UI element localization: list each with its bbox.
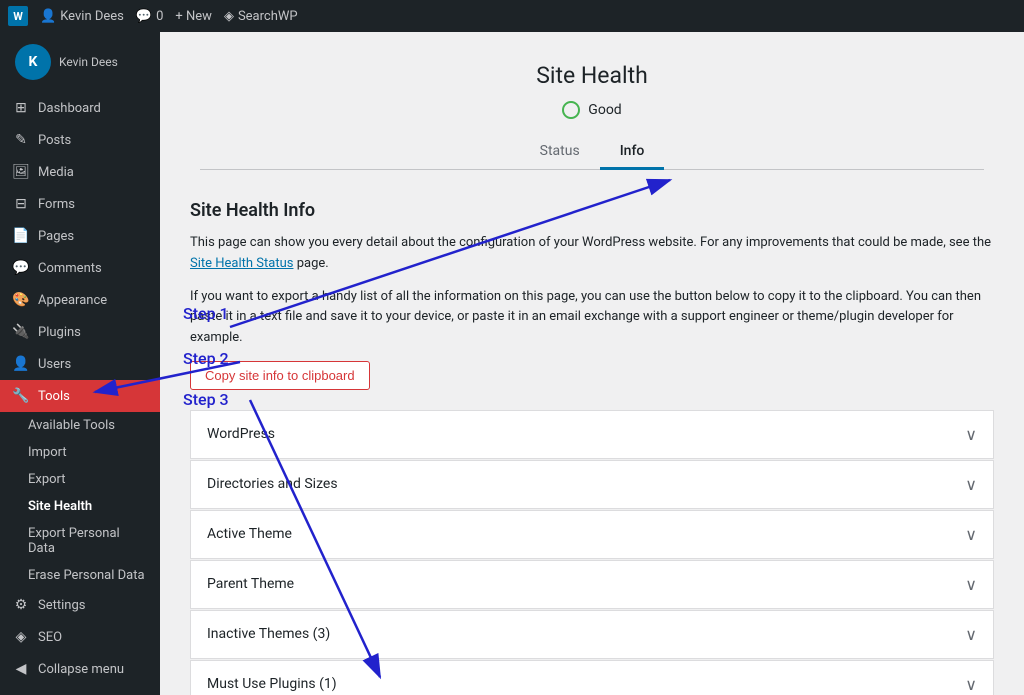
accordion-header-parent-theme[interactable]: Parent Theme ∨ <box>191 561 993 608</box>
tab-info[interactable]: Info <box>600 135 665 170</box>
dashboard-icon: ⊞ <box>12 100 30 116</box>
sidebar-item-available-tools[interactable]: Available Tools <box>0 412 160 439</box>
sidebar: K Kevin Dees ⊞ Dashboard ✎ Posts 🖼 Media… <box>0 32 160 695</box>
searchwp-icon: ◈ <box>224 9 234 24</box>
seo-icon: ◈ <box>12 629 30 645</box>
chevron-down-icon: ∨ <box>965 675 977 694</box>
sidebar-item-label: Tools <box>38 389 70 404</box>
sidebar-item-label: Appearance <box>38 293 107 308</box>
chevron-down-icon: ∨ <box>965 625 977 644</box>
accordion-inactive-themes: Inactive Themes (3) ∨ <box>190 610 994 659</box>
avatar: K <box>15 44 51 80</box>
settings-icon: ⚙ <box>12 597 30 613</box>
top-bar: W 👤 Kevin Dees 💬 0 + New ◈ SearchWP <box>0 0 1024 32</box>
sidebar-item-label: Collapse menu <box>38 662 124 677</box>
user-account[interactable]: 👤 Kevin Dees <box>40 9 124 24</box>
sidebar-item-label: Forms <box>38 197 75 212</box>
sidebar-item-site-health[interactable]: Site Health <box>0 493 160 520</box>
sidebar-item-collapse[interactable]: ◀ Collapse menu <box>0 653 160 685</box>
sidebar-item-label: Users <box>38 357 71 372</box>
sidebar-item-posts[interactable]: ✎ Posts <box>0 124 160 156</box>
pages-icon: 📄 <box>12 228 30 244</box>
username-label: Kevin Dees <box>60 9 124 24</box>
sidebar-item-media[interactable]: 🖼 Media <box>0 156 160 188</box>
appearance-icon: 🎨 <box>12 292 30 308</box>
plugins-icon: 🔌 <box>12 324 30 340</box>
sidebar-item-label: Settings <box>38 598 85 613</box>
sidebar-item-erase-personal-data[interactable]: Erase Personal Data <box>0 562 160 589</box>
new-label: + New <box>175 9 212 24</box>
chevron-down-icon: ∨ <box>965 575 977 594</box>
description-paragraph-2: If you want to export a handy list of al… <box>190 287 994 349</box>
wp-logo-icon: W <box>8 6 28 26</box>
sidebar-item-label: Pages <box>38 229 74 244</box>
comments-button[interactable]: 💬 0 <box>136 9 164 24</box>
status-label: Good <box>588 102 621 118</box>
tools-icon: 🔧 <box>12 388 30 404</box>
accordion-header-must-use-plugins[interactable]: Must Use Plugins (1) ∨ <box>191 661 993 695</box>
accordion-header-active-theme[interactable]: Active Theme ∨ <box>191 511 993 558</box>
tab-status[interactable]: Status <box>520 135 600 170</box>
sidebar-item-export[interactable]: Export <box>0 466 160 493</box>
copy-site-info-button[interactable]: Copy site info to clipboard <box>190 361 370 390</box>
tools-submenu: Available Tools Import Export Site Healt… <box>0 412 160 589</box>
accordion-header-wordpress[interactable]: WordPress ∨ <box>191 411 993 458</box>
sidebar-item-forms[interactable]: ⊟ Forms <box>0 188 160 220</box>
description-paragraph-1: This page can show you every detail abou… <box>190 233 994 275</box>
sidebar-item-label: Dashboard <box>38 101 101 116</box>
comments-nav-icon: 💬 <box>12 260 30 276</box>
sidebar-logo: K Kevin Dees <box>0 32 160 92</box>
sidebar-item-import[interactable]: Import <box>0 439 160 466</box>
sidebar-item-tools[interactable]: 🔧 Tools <box>0 380 160 412</box>
posts-icon: ✎ <box>12 132 30 148</box>
forms-icon: ⊟ <box>12 196 30 212</box>
searchwp-menu[interactable]: ◈ SearchWP <box>224 9 298 24</box>
accordion-directories: Directories and Sizes ∨ <box>190 460 994 509</box>
page-title: Site Health <box>180 62 1004 89</box>
page-header: Site Health Good Status Info <box>160 32 1024 180</box>
accordion-header-inactive-themes[interactable]: Inactive Themes (3) ∨ <box>191 611 993 658</box>
site-health-status-link[interactable]: Site Health Status <box>190 256 293 271</box>
user-avatar-icon: 👤 <box>40 9 56 24</box>
sidebar-item-pages[interactable]: 📄 Pages <box>0 220 160 252</box>
status-indicator: Good <box>180 101 1004 119</box>
sidebar-item-label: Plugins <box>38 325 81 340</box>
section-title: Site Health Info <box>190 200 994 221</box>
sidebar-item-label: Media <box>38 165 74 180</box>
comments-icon: 💬 <box>136 9 152 24</box>
sidebar-item-label: Comments <box>38 261 102 276</box>
wp-admin-logo[interactable]: W <box>8 6 28 26</box>
sidebar-item-label: Posts <box>38 133 71 148</box>
accordion-header-directories[interactable]: Directories and Sizes ∨ <box>191 461 993 508</box>
sidebar-item-export-personal-data[interactable]: Export Personal Data <box>0 520 160 562</box>
sidebar-item-seo[interactable]: ◈ SEO <box>0 621 160 653</box>
sidebar-item-dashboard[interactable]: ⊞ Dashboard <box>0 92 160 124</box>
sidebar-item-users[interactable]: 👤 Users <box>0 348 160 380</box>
chevron-down-icon: ∨ <box>965 525 977 544</box>
users-icon: 👤 <box>12 356 30 372</box>
sidebar-item-comments[interactable]: 💬 Comments <box>0 252 160 284</box>
searchwp-label: SearchWP <box>238 9 298 24</box>
sidebar-item-plugins[interactable]: 🔌 Plugins <box>0 316 160 348</box>
collapse-icon: ◀ <box>12 661 30 677</box>
media-icon: 🖼 <box>12 164 30 180</box>
sidebar-item-settings[interactable]: ⚙ Settings <box>0 589 160 621</box>
content-area: Site Health Info This page can show you … <box>160 180 1024 695</box>
status-circle-icon <box>562 101 580 119</box>
tabs-bar: Status Info <box>200 135 984 170</box>
new-content-button[interactable]: + New <box>175 9 212 24</box>
accordion-active-theme: Active Theme ∨ <box>190 510 994 559</box>
sidebar-item-label: SEO <box>38 630 62 645</box>
accordion-wordpress: WordPress ∨ <box>190 410 994 459</box>
accordion-must-use-plugins: Must Use Plugins (1) ∨ <box>190 660 994 695</box>
sidebar-item-appearance[interactable]: 🎨 Appearance <box>0 284 160 316</box>
sidebar-username: Kevin Dees <box>59 55 118 69</box>
comments-count: 0 <box>156 9 163 24</box>
accordion-parent-theme: Parent Theme ∨ <box>190 560 994 609</box>
main-content: Site Health Good Status Info Site Health… <box>160 32 1024 695</box>
chevron-down-icon: ∨ <box>965 475 977 494</box>
chevron-down-icon: ∨ <box>965 425 977 444</box>
